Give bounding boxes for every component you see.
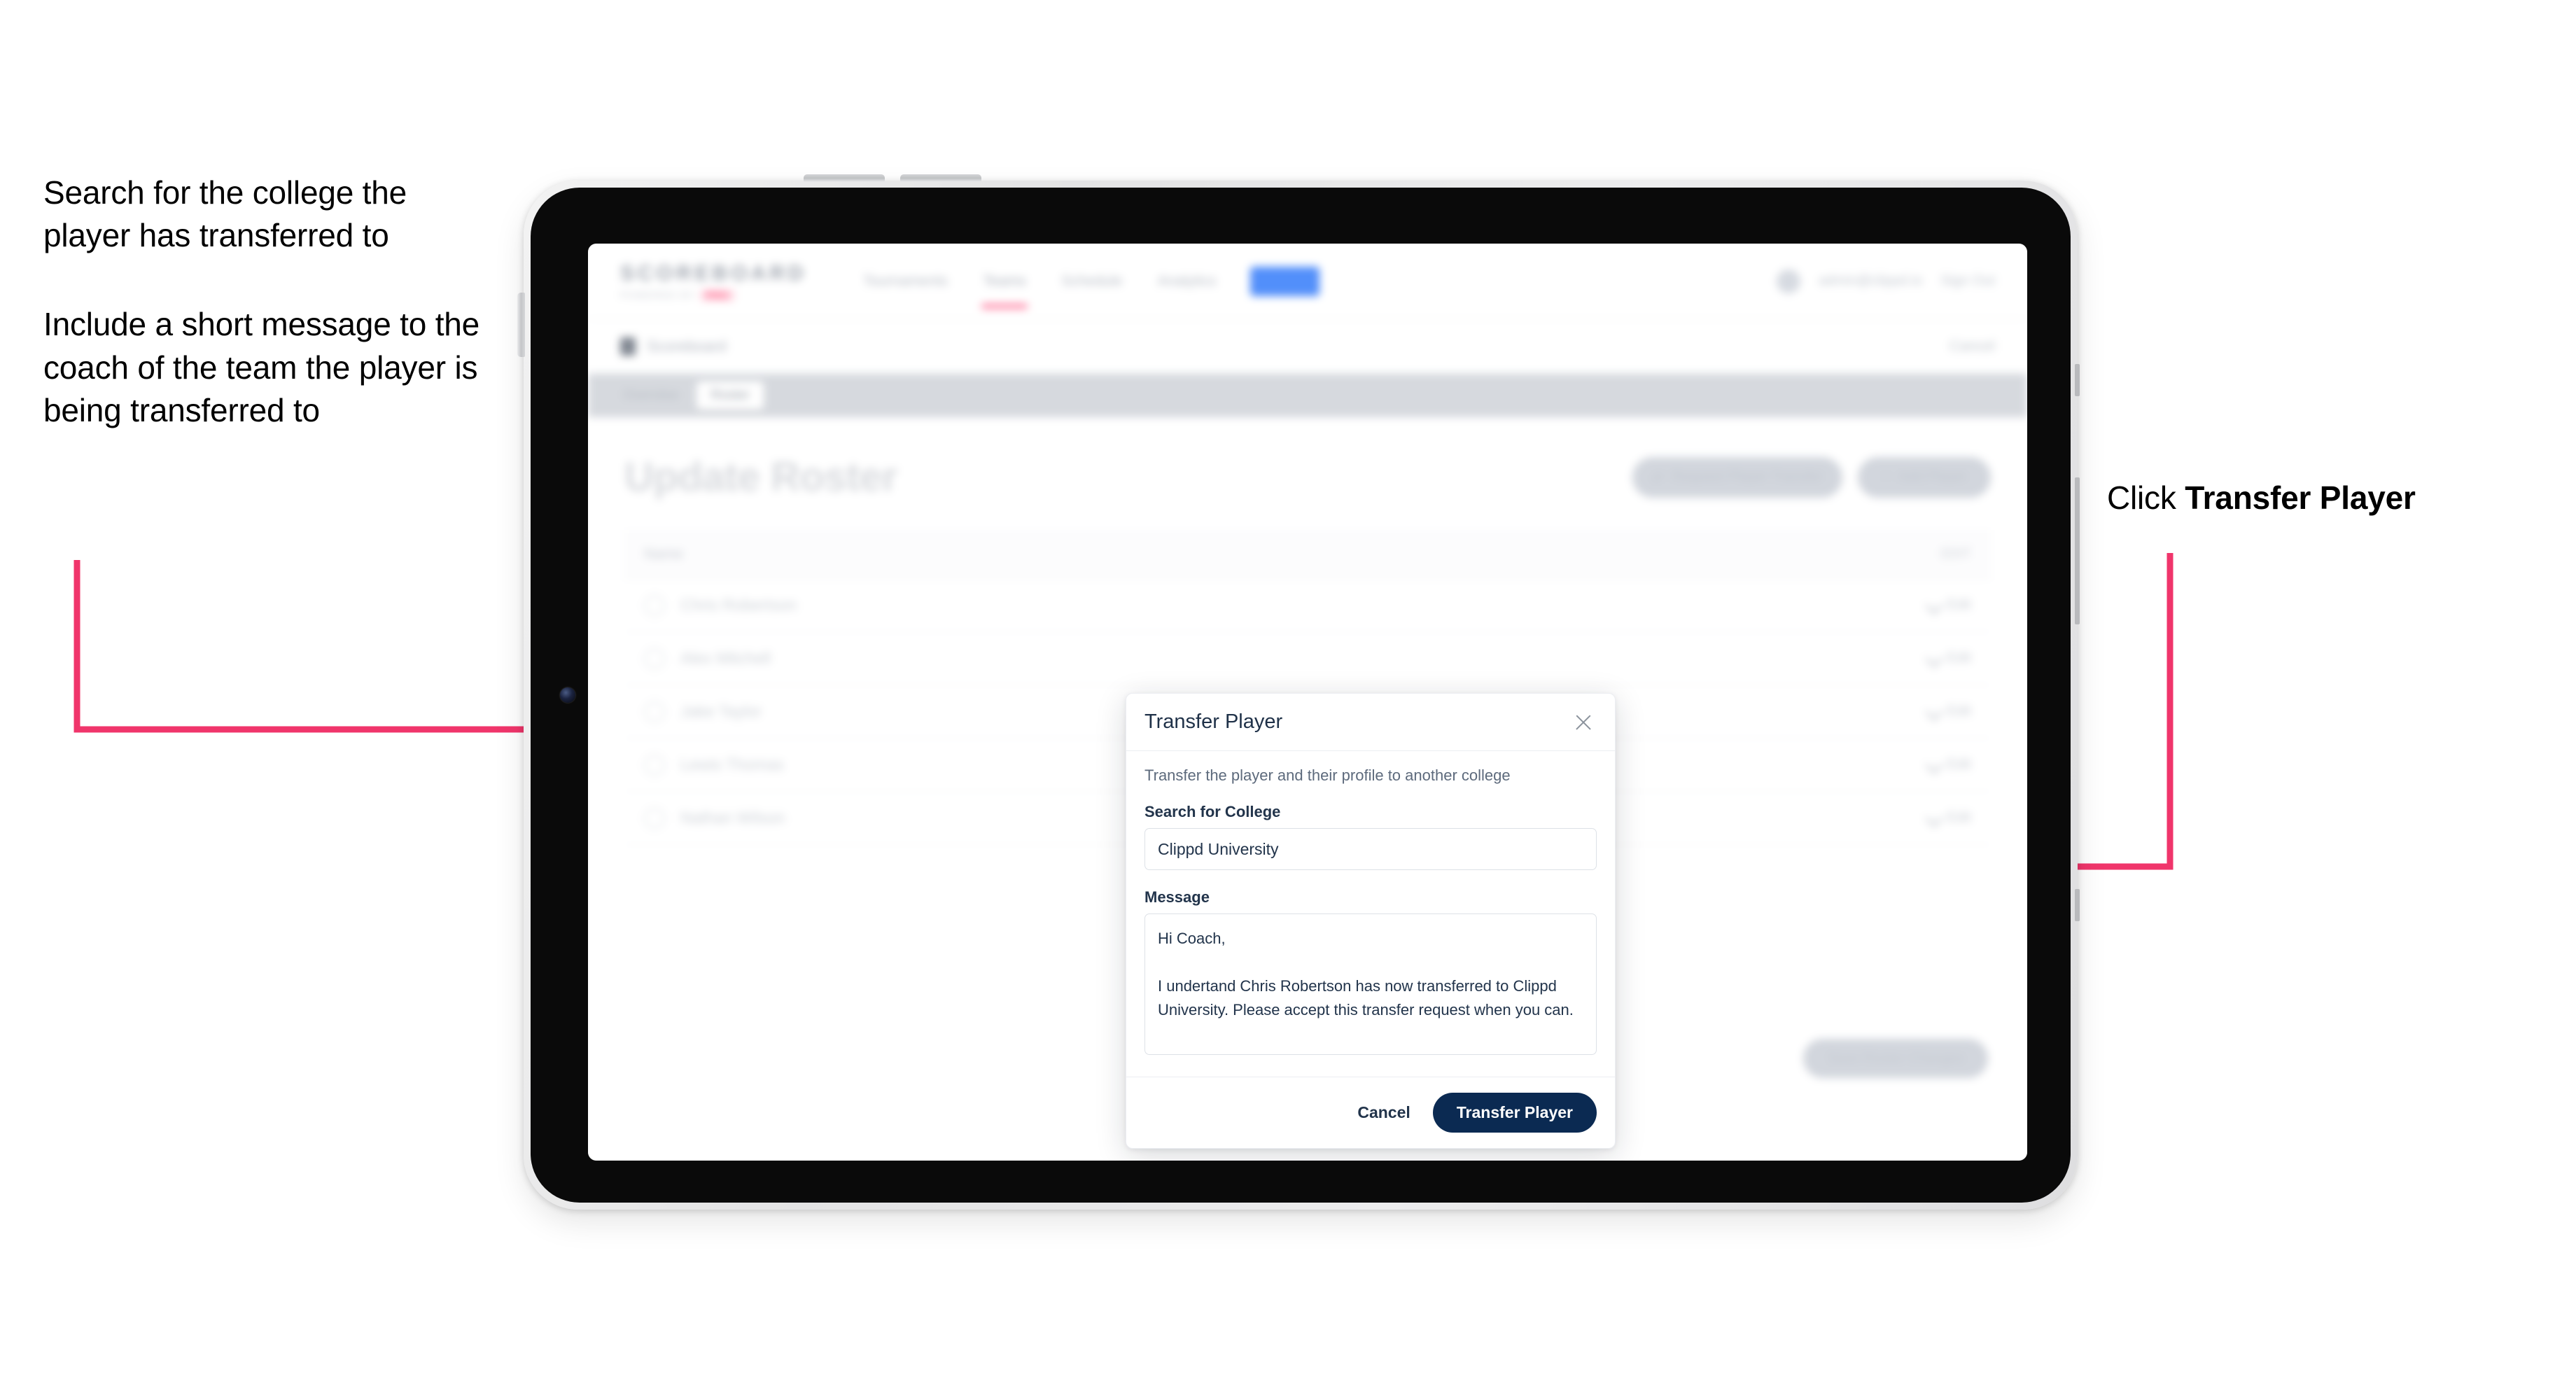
- annotation-left: Search for the college the player has tr…: [43, 172, 491, 432]
- front-camera-icon: [560, 687, 575, 703]
- search-college-input[interactable]: [1144, 828, 1597, 870]
- dialog-title: Transfer Player: [1144, 710, 1283, 733]
- annotation-right: Click Transfer Player: [2107, 477, 2416, 519]
- annotation-right-prefix: Click: [2107, 479, 2185, 516]
- transfer-player-dialog: Transfer Player Transfer the player and …: [1126, 693, 1616, 1149]
- screenshot-canvas: Search for the college the player has tr…: [0, 0, 2576, 1386]
- annotation-right-bold: Transfer Player: [2185, 479, 2416, 516]
- close-icon[interactable]: [1570, 709, 1597, 736]
- volume-up-button[interactable]: [804, 174, 885, 182]
- tablet-screen: SCOREBOARD POWERED BY PRO Tournaments Te…: [588, 244, 2027, 1161]
- cancel-button[interactable]: Cancel: [1353, 1096, 1414, 1129]
- side-connector-top: [2075, 364, 2080, 396]
- dialog-body: Transfer the player and their profile to…: [1126, 751, 1615, 1077]
- annotation-left-note-2: Include a short message to the coach of …: [43, 306, 480, 428]
- message-textarea[interactable]: [1144, 913, 1597, 1055]
- transfer-player-button[interactable]: Transfer Player: [1432, 1093, 1597, 1133]
- power-button[interactable]: [517, 293, 525, 357]
- tablet-device: SCOREBOARD POWERED BY PRO Tournaments Te…: [517, 174, 2080, 1210]
- side-antenna-band: [2075, 477, 2080, 624]
- message-field-label: Message: [1144, 888, 1210, 906]
- dialog-description: Transfer the player and their profile to…: [1144, 766, 1511, 784]
- dialog-footer: Cancel Transfer Player: [1126, 1077, 1615, 1148]
- volume-down-button[interactable]: [900, 174, 981, 182]
- side-connector-bottom: [2075, 889, 2080, 921]
- college-field-label: Search for College: [1144, 803, 1281, 820]
- annotation-left-note-1: Search for the college the player has tr…: [43, 174, 407, 254]
- field-spacer: [1144, 870, 1597, 888]
- dialog-header: Transfer Player: [1126, 694, 1615, 751]
- tablet-bezel: SCOREBOARD POWERED BY PRO Tournaments Te…: [531, 188, 2071, 1203]
